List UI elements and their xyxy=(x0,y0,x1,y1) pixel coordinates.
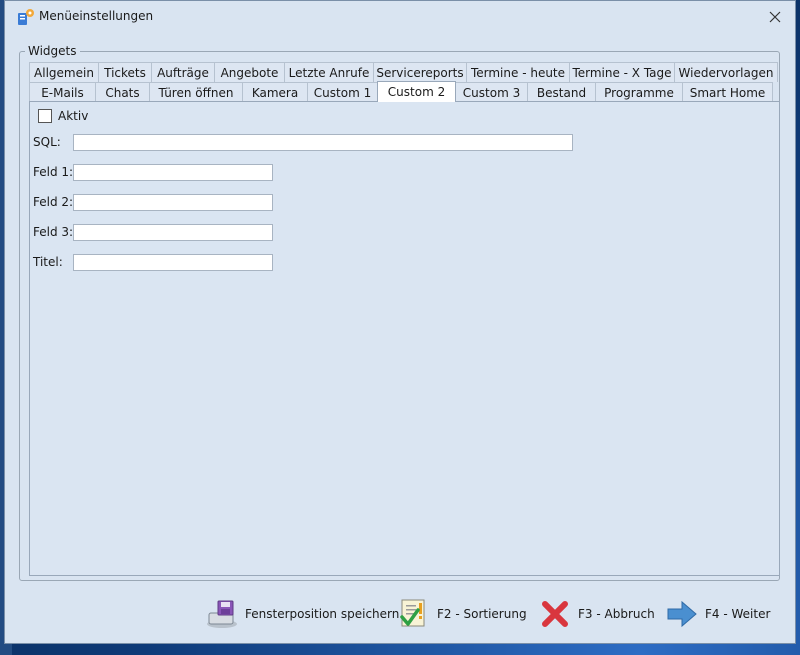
aktiv-checkbox[interactable] xyxy=(38,109,52,123)
arrow-right-icon xyxy=(665,598,699,630)
checklist-icon xyxy=(397,598,431,630)
tab-custom-1[interactable]: Custom 1 xyxy=(307,82,378,102)
tab-row-2: E-Mails Chats Türen öffnen Kamera Custom… xyxy=(29,81,773,102)
feld-2-input[interactable] xyxy=(73,194,273,211)
widgets-group-label: Widgets xyxy=(25,44,80,58)
settings-dialog: Menüeinstellungen Widgets Allgemein Tick… xyxy=(4,0,796,644)
feld-3-label: Feld 3: xyxy=(33,225,74,239)
sql-input[interactable] xyxy=(73,134,573,151)
tab-smart-home[interactable]: Smart Home xyxy=(682,82,773,102)
tab-programme[interactable]: Programme xyxy=(595,82,683,102)
app-icon xyxy=(18,9,34,25)
title-bar: Menüeinstellungen xyxy=(5,1,795,33)
next-label: F4 - Weiter xyxy=(705,607,771,621)
sql-label: SQL: xyxy=(33,135,61,149)
feld-3-input[interactable] xyxy=(73,224,273,241)
titel-input[interactable] xyxy=(73,254,273,271)
tab-custom-2[interactable]: Custom 2 xyxy=(377,81,456,102)
tab-tickets[interactable]: Tickets xyxy=(98,62,152,82)
floppy-disk-icon xyxy=(205,598,239,630)
cancel-label: F3 - Abbruch xyxy=(578,607,655,621)
tab-termine-x-tage[interactable]: Termine - X Tage xyxy=(569,62,675,82)
tab-auftraege[interactable]: Aufträge xyxy=(151,62,215,82)
save-position-button[interactable]: Fensterposition speichern xyxy=(205,598,399,630)
tab-letzte-anrufe[interactable]: Letzte Anrufe xyxy=(284,62,374,82)
tab-wiedervorlagen[interactable]: Wiedervorlagen xyxy=(674,62,778,82)
feld-1-label: Feld 1: xyxy=(33,165,74,179)
tab-angebote[interactable]: Angebote xyxy=(214,62,285,82)
red-x-icon xyxy=(538,598,572,630)
window-title: Menüeinstellungen xyxy=(39,9,154,23)
tab-custom-3[interactable]: Custom 3 xyxy=(455,82,528,102)
titel-label: Titel: xyxy=(33,255,63,269)
tab-bestand[interactable]: Bestand xyxy=(527,82,596,102)
save-position-label: Fensterposition speichern xyxy=(245,607,400,621)
tab-chats[interactable]: Chats xyxy=(95,82,150,102)
next-button[interactable]: F4 - Weiter xyxy=(665,598,770,630)
tab-servicereports[interactable]: Servicereports xyxy=(373,62,467,82)
tab-tueren-oeffnen[interactable]: Türen öffnen xyxy=(149,82,243,102)
cancel-button[interactable]: F3 - Abbruch xyxy=(538,598,655,630)
tab-allgemein[interactable]: Allgemein xyxy=(29,62,99,82)
tab-row-1: Allgemein Tickets Aufträge Angebote Letz… xyxy=(29,62,778,82)
aktiv-checkbox-row[interactable]: Aktiv xyxy=(38,109,88,123)
sort-label: F2 - Sortierung xyxy=(437,607,527,621)
close-button[interactable] xyxy=(755,1,795,33)
feld-2-label: Feld 2: xyxy=(33,195,74,209)
tab-e-mails[interactable]: E-Mails xyxy=(29,82,96,102)
feld-1-input[interactable] xyxy=(73,164,273,181)
close-icon xyxy=(769,11,781,23)
tab-kamera[interactable]: Kamera xyxy=(242,82,308,102)
sort-button[interactable]: F2 - Sortierung xyxy=(397,598,527,630)
aktiv-label: Aktiv xyxy=(58,109,89,123)
tab-termine-heute[interactable]: Termine - heute xyxy=(466,62,570,82)
